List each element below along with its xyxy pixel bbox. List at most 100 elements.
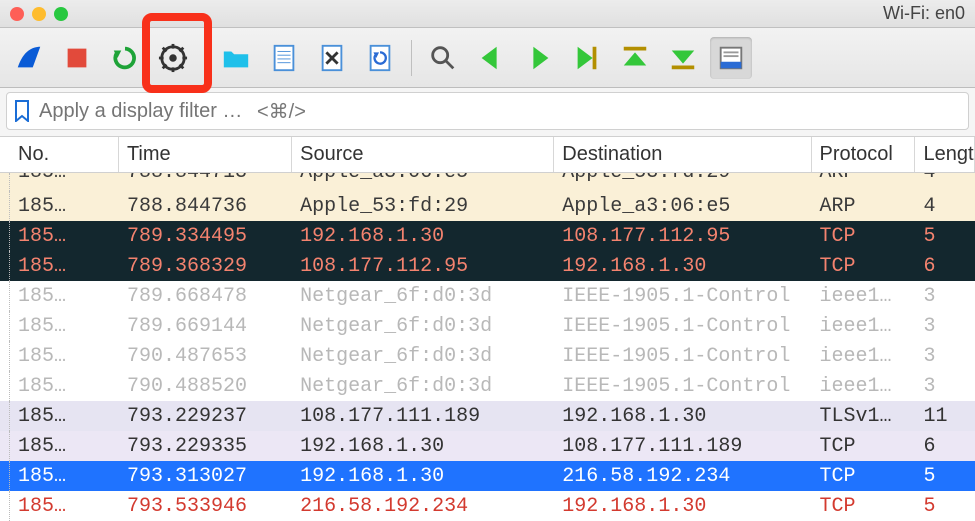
- display-filter-input[interactable]: [39, 100, 249, 123]
- cell-source: 108.177.111.189: [292, 405, 554, 428]
- row-gutter: [0, 221, 10, 251]
- table-header: No. Time Source Destination Protocol Len…: [0, 136, 975, 173]
- cell-length: 6: [916, 255, 975, 278]
- auto-scroll-button[interactable]: [710, 37, 752, 79]
- cell-time: 790.488520: [119, 375, 292, 398]
- cell-length: 5: [916, 465, 975, 488]
- table-row[interactable]: 185…790.488520Netgear_6f:d0:3dIEEE-1905.…: [0, 371, 975, 401]
- minimize-window-button[interactable]: [32, 7, 46, 21]
- arrow-left-icon: [476, 43, 506, 73]
- header-time[interactable]: Time: [119, 137, 292, 172]
- row-gutter: [0, 251, 10, 281]
- cell-source: Apple_a3:06:e5: [292, 173, 554, 184]
- cell-length: 5: [916, 495, 975, 518]
- cell-protocol: ieee1…: [812, 285, 916, 308]
- restart-capture-button[interactable]: [104, 37, 146, 79]
- cell-no: 185…: [10, 465, 119, 488]
- cell-length: 4: [916, 173, 975, 184]
- table-row[interactable]: 185…788.844736Apple_53:fd:29Apple_a3:06:…: [0, 191, 975, 221]
- find-packet-button[interactable]: [422, 37, 464, 79]
- cell-source: Netgear_6f:d0:3d: [292, 285, 554, 308]
- table-row[interactable]: 185…789.669144Netgear_6f:d0:3dIEEE-1905.…: [0, 311, 975, 341]
- cell-source: 108.177.112.95: [292, 255, 554, 278]
- arrow-down-to-line-icon: [668, 43, 698, 73]
- cell-length: 3: [916, 285, 975, 308]
- cell-protocol: TLSv1…: [812, 405, 916, 428]
- header-length[interactable]: Lengt: [915, 137, 975, 172]
- arrow-up-to-line-icon: [620, 43, 650, 73]
- cell-protocol: ARP: [812, 195, 916, 218]
- cell-time: 789.669144: [119, 315, 292, 338]
- cell-length: 3: [916, 315, 975, 338]
- window-controls: [10, 7, 68, 21]
- shark-fin-icon: [14, 43, 44, 73]
- cell-time: 789.668478: [119, 285, 292, 308]
- row-gutter: [0, 371, 10, 401]
- cell-protocol: TCP: [812, 465, 916, 488]
- go-back-button[interactable]: [470, 37, 512, 79]
- display-filter-bar: <⌘/>: [6, 92, 969, 130]
- document-icon: [269, 43, 299, 73]
- cell-protocol: ieee1…: [812, 315, 916, 338]
- go-forward-button[interactable]: [518, 37, 560, 79]
- table-row[interactable]: 185…793.229237108.177.111.189192.168.1.3…: [0, 401, 975, 431]
- go-to-packet-button[interactable]: [566, 37, 608, 79]
- cell-destination: 216.58.192.234: [554, 465, 811, 488]
- row-gutter: [0, 401, 10, 431]
- cell-destination: IEEE-1905.1-Control: [554, 315, 811, 338]
- cell-protocol: TCP: [812, 495, 916, 518]
- capture-options-button[interactable]: [152, 37, 194, 79]
- stop-icon: [62, 43, 92, 73]
- cell-protocol: TCP: [812, 225, 916, 248]
- row-gutter: [0, 311, 10, 341]
- header-no[interactable]: No.: [10, 137, 119, 172]
- display-filter-hint: <⌘/>: [257, 99, 306, 124]
- cell-destination: IEEE-1905.1-Control: [554, 375, 811, 398]
- toolbar-separator: [204, 40, 205, 76]
- row-gutter: [0, 431, 10, 461]
- arrow-right-icon: [524, 43, 554, 73]
- header-source[interactable]: Source: [292, 137, 554, 172]
- table-row[interactable]: 185…793.229335192.168.1.30108.177.111.18…: [0, 431, 975, 461]
- table-row[interactable]: 185…793.313027192.168.1.30216.58.192.234…: [0, 461, 975, 491]
- row-gutter: [0, 461, 10, 491]
- stop-capture-button[interactable]: [56, 37, 98, 79]
- cell-destination: 108.177.111.189: [554, 435, 811, 458]
- cell-source: 192.168.1.30: [292, 225, 554, 248]
- header-protocol[interactable]: Protocol: [812, 137, 916, 172]
- row-gutter: [0, 173, 10, 191]
- cell-length: 6: [916, 435, 975, 458]
- table-row[interactable]: 185…788.844713Apple_a3:06:e5Apple_53:fd:…: [0, 173, 975, 191]
- table-row[interactable]: 185…790.487653Netgear_6f:d0:3dIEEE-1905.…: [0, 341, 975, 371]
- go-first-button[interactable]: [614, 37, 656, 79]
- open-file-button[interactable]: [215, 37, 257, 79]
- close-window-button[interactable]: [10, 7, 24, 21]
- cell-destination: 108.177.112.95: [554, 225, 811, 248]
- cell-no: 185…: [10, 255, 119, 278]
- cell-time: 793.533946: [119, 495, 292, 518]
- cell-source: Netgear_6f:d0:3d: [292, 315, 554, 338]
- maximize-window-button[interactable]: [54, 7, 68, 21]
- table-row[interactable]: 185…789.668478Netgear_6f:d0:3dIEEE-1905.…: [0, 281, 975, 311]
- table-row[interactable]: 185…789.368329108.177.112.95192.168.1.30…: [0, 251, 975, 281]
- close-file-button[interactable]: [311, 37, 353, 79]
- table-row[interactable]: 185…789.334495192.168.1.30108.177.112.95…: [0, 221, 975, 251]
- gear-icon: [158, 43, 188, 73]
- reload-file-button[interactable]: [359, 37, 401, 79]
- cell-no: 185…: [10, 405, 119, 428]
- cell-no: 185…: [10, 495, 119, 518]
- header-destination[interactable]: Destination: [554, 137, 811, 172]
- save-file-button[interactable]: [263, 37, 305, 79]
- bookmark-icon[interactable]: [13, 100, 31, 122]
- start-capture-button[interactable]: [8, 37, 50, 79]
- cell-source: Netgear_6f:d0:3d: [292, 375, 554, 398]
- interface-label: Wi-Fi: en0: [883, 3, 965, 24]
- auto-scroll-icon: [716, 43, 746, 73]
- cell-destination: IEEE-1905.1-Control: [554, 345, 811, 368]
- cell-time: 793.229237: [119, 405, 292, 428]
- arrow-to-line-right-icon: [572, 43, 602, 73]
- cell-protocol: ARP: [812, 173, 916, 184]
- go-last-button[interactable]: [662, 37, 704, 79]
- cell-length: 5: [916, 225, 975, 248]
- cell-destination: 192.168.1.30: [554, 405, 811, 428]
